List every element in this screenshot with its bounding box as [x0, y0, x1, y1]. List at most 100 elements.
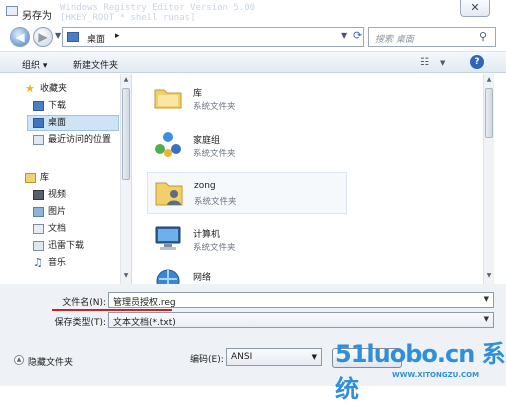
back-button[interactable]: ◀ — [10, 27, 30, 47]
navigation-pane: ★ 收藏夹 下载 桌面 最近访问的位置 库 视频 图片 文档 迅雷下载 ♫ 音乐 — [0, 74, 132, 284]
nav-scroll-thumb[interactable] — [122, 88, 130, 180]
file-name: zong — [194, 181, 216, 191]
back-arrow-icon: ◀ — [15, 30, 25, 44]
filename-input[interactable]: 管理员授权.reg ▼ — [108, 292, 494, 308]
filetype-select[interactable]: 文本文档(*.txt) ▼ — [108, 312, 494, 328]
watermark-url: WWW.XITONGZU.COM — [392, 371, 480, 379]
recent-places-icon — [33, 135, 44, 145]
refresh-icon[interactable]: ⟳ — [353, 29, 363, 42]
watermark-logo: 51luobo.cn 系统 — [335, 340, 506, 403]
file-type: 系统文件夹 — [193, 149, 236, 159]
file-name: 网络 — [193, 273, 212, 283]
close-button[interactable]: ✕ — [460, 0, 490, 17]
file-name: 计算机 — [193, 230, 221, 240]
filetype-dropdown-icon[interactable]: ▼ — [484, 315, 489, 323]
homegroup-icon — [155, 132, 181, 157]
search-input[interactable]: 搜索 桌面 ⚲ — [368, 27, 496, 47]
encoding-dropdown-icon[interactable]: ▼ — [312, 353, 317, 361]
search-placeholder: 搜索 桌面 — [375, 35, 414, 45]
organize-button[interactable]: 组织 ▾ — [22, 58, 47, 71]
nav-item-label: 音乐 — [48, 258, 67, 268]
window-icon — [6, 6, 18, 16]
desktop-location-icon — [67, 32, 79, 42]
documents-icon — [33, 224, 44, 234]
file-name: 库 — [193, 89, 203, 99]
scroll-down-icon[interactable]: ▼ — [122, 272, 130, 279]
nav-item-documents[interactable]: 文档 — [0, 221, 118, 237]
nav-item-desktop[interactable]: 桌面 — [27, 115, 119, 131]
thunder-download-icon — [33, 241, 44, 251]
file-item-library[interactable]: 库 系统文件夹 — [147, 80, 327, 118]
filetype-value: 文本文档(*.txt) — [113, 318, 176, 328]
library-folder-icon — [154, 89, 182, 109]
desktop-icon — [33, 118, 44, 128]
file-list-pane: 库 系统文件夹 家庭组 系统文件夹 zong 系统文件夹 计算机 系统文件夹 网… — [133, 74, 490, 284]
nav-item-downloads[interactable]: 下载 — [0, 98, 118, 114]
file-pane-scrollbar[interactable]: ▲ ▼ — [483, 74, 494, 284]
nav-item-music[interactable]: ♫ 音乐 — [0, 255, 118, 271]
command-toolbar: 组织 ▾ 新建文件夹 ☷ ▼ ? — [0, 51, 506, 73]
nav-item-pictures[interactable]: 图片 — [0, 204, 118, 220]
forward-arrow-icon: ▶ — [38, 30, 48, 44]
file-item-homegroup[interactable]: 家庭组 系统文件夹 — [147, 127, 327, 165]
history-dropdown-icon[interactable]: ▼ — [55, 31, 61, 40]
download-folder-icon — [33, 101, 44, 111]
nav-item-recent[interactable]: 最近访问的位置 — [0, 132, 118, 148]
favorites-star-icon: ★ — [25, 82, 35, 95]
encoding-select[interactable]: ANSI ▼ — [226, 348, 322, 366]
file-item-zong[interactable]: zong 系统文件夹 — [147, 172, 347, 214]
nav-item-label: 文档 — [48, 224, 67, 234]
file-type: 系统文件夹 — [193, 102, 236, 112]
file-type: 系统文件夹 — [193, 243, 236, 253]
nav-item-thunder[interactable]: 迅雷下载 — [0, 238, 118, 254]
filename-label: 文件名(N): — [62, 298, 106, 308]
nav-item-label: 迅雷下载 — [48, 241, 85, 251]
file-type: 系统文件夹 — [194, 197, 237, 207]
search-icon[interactable]: ⚲ — [479, 30, 487, 43]
network-icon — [156, 269, 180, 284]
file-item-computer[interactable]: 计算机 系统文件夹 — [147, 221, 327, 259]
view-dropdown-icon[interactable]: ▼ — [440, 59, 445, 67]
nav-item-video[interactable]: 视频 — [0, 187, 118, 203]
nav-favorites-header[interactable]: ★ 收藏夹 — [0, 81, 118, 97]
pictures-icon — [33, 207, 44, 217]
filename-underline-annotation — [52, 309, 172, 311]
nav-pane-scrollbar[interactable]: ▲ ▼ — [120, 74, 131, 284]
scroll-up-icon[interactable]: ▲ — [485, 76, 493, 83]
hide-folders-button[interactable]: 隐藏文件夹 — [28, 355, 73, 368]
breadcrumb-chevron-icon[interactable]: ▸ — [115, 31, 120, 41]
encoding-label: 编码(E): — [190, 355, 224, 365]
forward-button[interactable]: ▶ — [33, 27, 53, 47]
close-icon: ✕ — [470, 1, 480, 14]
file-scroll-thumb[interactable] — [485, 88, 493, 138]
computer-icon — [155, 226, 181, 250]
address-dropdown-icon[interactable]: ▼ — [341, 31, 347, 40]
view-options-icon[interactable]: ☷ — [420, 57, 429, 68]
scroll-up-icon[interactable]: ▲ — [122, 76, 130, 83]
title-bar: 另存为 ✕ — [0, 0, 506, 22]
file-item-network[interactable]: 网络 — [147, 264, 327, 284]
window-title: 另存为 — [22, 11, 52, 22]
help-icon[interactable]: ? — [470, 55, 484, 69]
breadcrumb-desktop[interactable]: 桌面 — [87, 32, 105, 45]
filename-dropdown-icon[interactable]: ▼ — [484, 295, 489, 303]
filetype-label: 保存类型(T): — [54, 318, 106, 328]
nav-item-label: 下载 — [48, 101, 67, 111]
nav-item-label: 视频 — [48, 190, 67, 200]
library-icon — [25, 173, 36, 183]
music-icon: ♫ — [33, 256, 43, 269]
nav-favorites-label: 收藏夹 — [40, 84, 68, 94]
encoding-value: ANSI — [231, 352, 253, 362]
address-bar[interactable]: 桌面 ▸ ▼ ⟳ — [62, 27, 364, 47]
nav-item-label: 最近访问的位置 — [48, 135, 112, 145]
file-name: 家庭组 — [193, 136, 221, 146]
new-folder-button[interactable]: 新建文件夹 — [73, 58, 118, 71]
user-folder-icon — [155, 182, 183, 206]
nav-library-header[interactable]: 库 — [0, 170, 118, 186]
collapse-icon[interactable]: ▲ — [14, 355, 24, 365]
nav-item-label: 桌面 — [48, 118, 67, 128]
scroll-down-icon[interactable]: ▼ — [485, 272, 493, 279]
video-icon — [33, 190, 44, 200]
filename-value: 管理员授权.reg — [113, 298, 176, 308]
nav-item-label: 图片 — [48, 207, 67, 217]
